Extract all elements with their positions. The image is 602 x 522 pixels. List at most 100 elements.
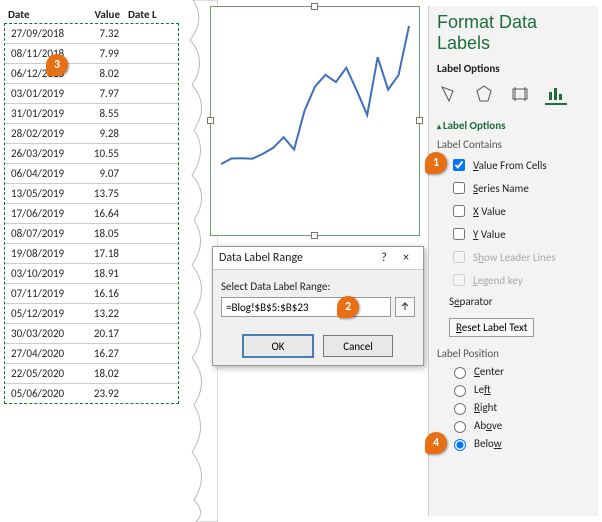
label-options-section[interactable]: Label Options: [437, 119, 590, 132]
resize-handle-left[interactable]: [207, 117, 214, 124]
table-row[interactable]: 03/10/201918.91: [5, 263, 178, 283]
cell-date[interactable]: 08/07/2019: [5, 224, 75, 243]
callout-1: 1: [425, 152, 447, 174]
cell-value[interactable]: 20.17: [75, 324, 125, 343]
cell-date[interactable]: 27/04/2020: [5, 344, 75, 363]
cell-date[interactable]: 03/10/2019: [5, 264, 75, 283]
legend-key-checkbox: [453, 274, 465, 286]
close-icon[interactable]: ×: [395, 251, 417, 265]
table-header: Date Value Date L: [4, 6, 179, 23]
below-radio[interactable]: [454, 439, 466, 451]
cell-date[interactable]: 06/04/2019: [5, 164, 75, 183]
reset-label-text-button[interactable]: Reset Label Text: [449, 318, 534, 337]
left-radio[interactable]: [454, 385, 466, 397]
select-range-label: Select Data Label Range:: [221, 280, 415, 293]
cell-value[interactable]: 18.02: [75, 364, 125, 383]
resize-handle-bottom[interactable]: [311, 232, 318, 239]
help-icon[interactable]: ?: [373, 251, 395, 265]
above-radio[interactable]: [454, 421, 466, 433]
cell-date[interactable]: 31/01/2019: [5, 104, 75, 123]
table-row[interactable]: 31/01/20198.55: [5, 103, 178, 123]
line-chart: [211, 7, 419, 235]
table-row[interactable]: 27/09/20187.32: [5, 24, 178, 43]
table-row[interactable]: 08/11/20187.99: [5, 43, 178, 63]
table-row[interactable]: 22/05/202018.02: [5, 363, 178, 383]
cell-date[interactable]: 07/11/2019: [5, 284, 75, 303]
table-row[interactable]: 03/01/20197.97: [5, 83, 178, 103]
cell-date[interactable]: 28/02/2019: [5, 124, 75, 143]
cell-value[interactable]: 16.64: [75, 204, 125, 223]
table-row[interactable]: 05/12/201913.22: [5, 303, 178, 323]
table-row[interactable]: 07/11/201916.16: [5, 283, 178, 303]
chart-area[interactable]: [210, 6, 420, 236]
table-row[interactable]: 13/05/201913.75: [5, 183, 178, 203]
panel-title: Format Data Labels: [437, 12, 590, 54]
table-row[interactable]: 26/03/201910.55: [5, 143, 178, 163]
cell-date[interactable]: 05/12/2019: [5, 304, 75, 323]
table-row[interactable]: 06/12/20188.02: [5, 63, 178, 83]
table-row[interactable]: 08/07/201918.05: [5, 223, 178, 243]
cell-value[interactable]: 9.07: [75, 164, 125, 183]
cell-date[interactable]: 19/08/2019: [5, 244, 75, 263]
header-value[interactable]: Value: [74, 6, 124, 23]
cell-date[interactable]: 27/09/2018: [5, 24, 75, 43]
resize-handle-top[interactable]: [311, 3, 318, 10]
table-row[interactable]: 17/06/201916.64: [5, 203, 178, 223]
table-row[interactable]: 30/03/202020.17: [5, 323, 178, 343]
data-table: Date Value Date L 27/09/20187.3208/11/20…: [4, 6, 179, 404]
cell-value[interactable]: 8.02: [75, 64, 125, 83]
cell-date[interactable]: 30/03/2020: [5, 324, 75, 343]
cell-date[interactable]: 05/06/2020: [5, 384, 75, 403]
cell-date[interactable]: 03/01/2019: [5, 84, 75, 103]
table-row[interactable]: 06/04/20199.07: [5, 163, 178, 183]
below-label: Below: [474, 437, 502, 450]
cell-value[interactable]: 13.22: [75, 304, 125, 323]
x-value-label: X Value: [473, 205, 506, 218]
cell-value[interactable]: 18.91: [75, 264, 125, 283]
center-radio[interactable]: [454, 367, 466, 379]
fill-line-icon[interactable]: [437, 83, 459, 105]
cell-value[interactable]: 7.97: [75, 84, 125, 103]
cell-value[interactable]: 13.75: [75, 184, 125, 203]
cell-date[interactable]: 26/03/2019: [5, 144, 75, 163]
cell-date[interactable]: 22/05/2020: [5, 364, 75, 383]
value-from-cells-label: Value From Cells: [473, 159, 547, 172]
range-picker-icon[interactable]: [395, 297, 415, 317]
x-value-checkbox[interactable]: [453, 205, 465, 217]
y-value-checkbox[interactable]: [453, 228, 465, 240]
panel-subtitle: Label Options: [437, 62, 590, 75]
cell-value[interactable]: 23.92: [75, 384, 125, 403]
callout-3: 3: [46, 54, 68, 76]
effects-icon[interactable]: [473, 83, 495, 105]
table-row[interactable]: 19/08/201917.18: [5, 243, 178, 263]
right-radio[interactable]: [454, 403, 466, 415]
cell-value[interactable]: 16.16: [75, 284, 125, 303]
right-label: Right: [474, 401, 497, 414]
cell-value[interactable]: 9.28: [75, 124, 125, 143]
cell-date[interactable]: 13/05/2019: [5, 184, 75, 203]
table-row[interactable]: 27/04/202016.27: [5, 343, 178, 363]
cell-value[interactable]: 18.05: [75, 224, 125, 243]
label-options-icon[interactable]: [545, 83, 567, 105]
range-input[interactable]: [221, 297, 391, 317]
cell-date[interactable]: 17/06/2019: [5, 204, 75, 223]
table-body[interactable]: 27/09/20187.3208/11/20187.9906/12/20188.…: [4, 23, 179, 404]
ok-button[interactable]: OK: [243, 335, 313, 357]
resize-handle-right[interactable]: [416, 117, 423, 124]
cell-value[interactable]: 8.55: [75, 104, 125, 123]
header-date[interactable]: Date: [4, 6, 74, 23]
series-name-checkbox[interactable]: [453, 182, 465, 194]
size-icon[interactable]: [509, 83, 531, 105]
cell-value[interactable]: 17.18: [75, 244, 125, 263]
separator-label: Separator: [449, 295, 493, 308]
table-row[interactable]: 28/02/20199.28: [5, 123, 178, 143]
cell-value[interactable]: 16.27: [75, 344, 125, 363]
cell-value[interactable]: 7.32: [75, 24, 125, 43]
table-row[interactable]: 05/06/202023.92: [5, 383, 178, 403]
header-date-l[interactable]: Date L: [124, 6, 179, 23]
cell-value[interactable]: 10.55: [75, 144, 125, 163]
value-from-cells-checkbox[interactable]: [453, 159, 465, 171]
cancel-button[interactable]: Cancel: [323, 335, 393, 357]
cell-value[interactable]: 7.99: [75, 44, 125, 63]
y-value-label: Y Value: [473, 228, 506, 241]
